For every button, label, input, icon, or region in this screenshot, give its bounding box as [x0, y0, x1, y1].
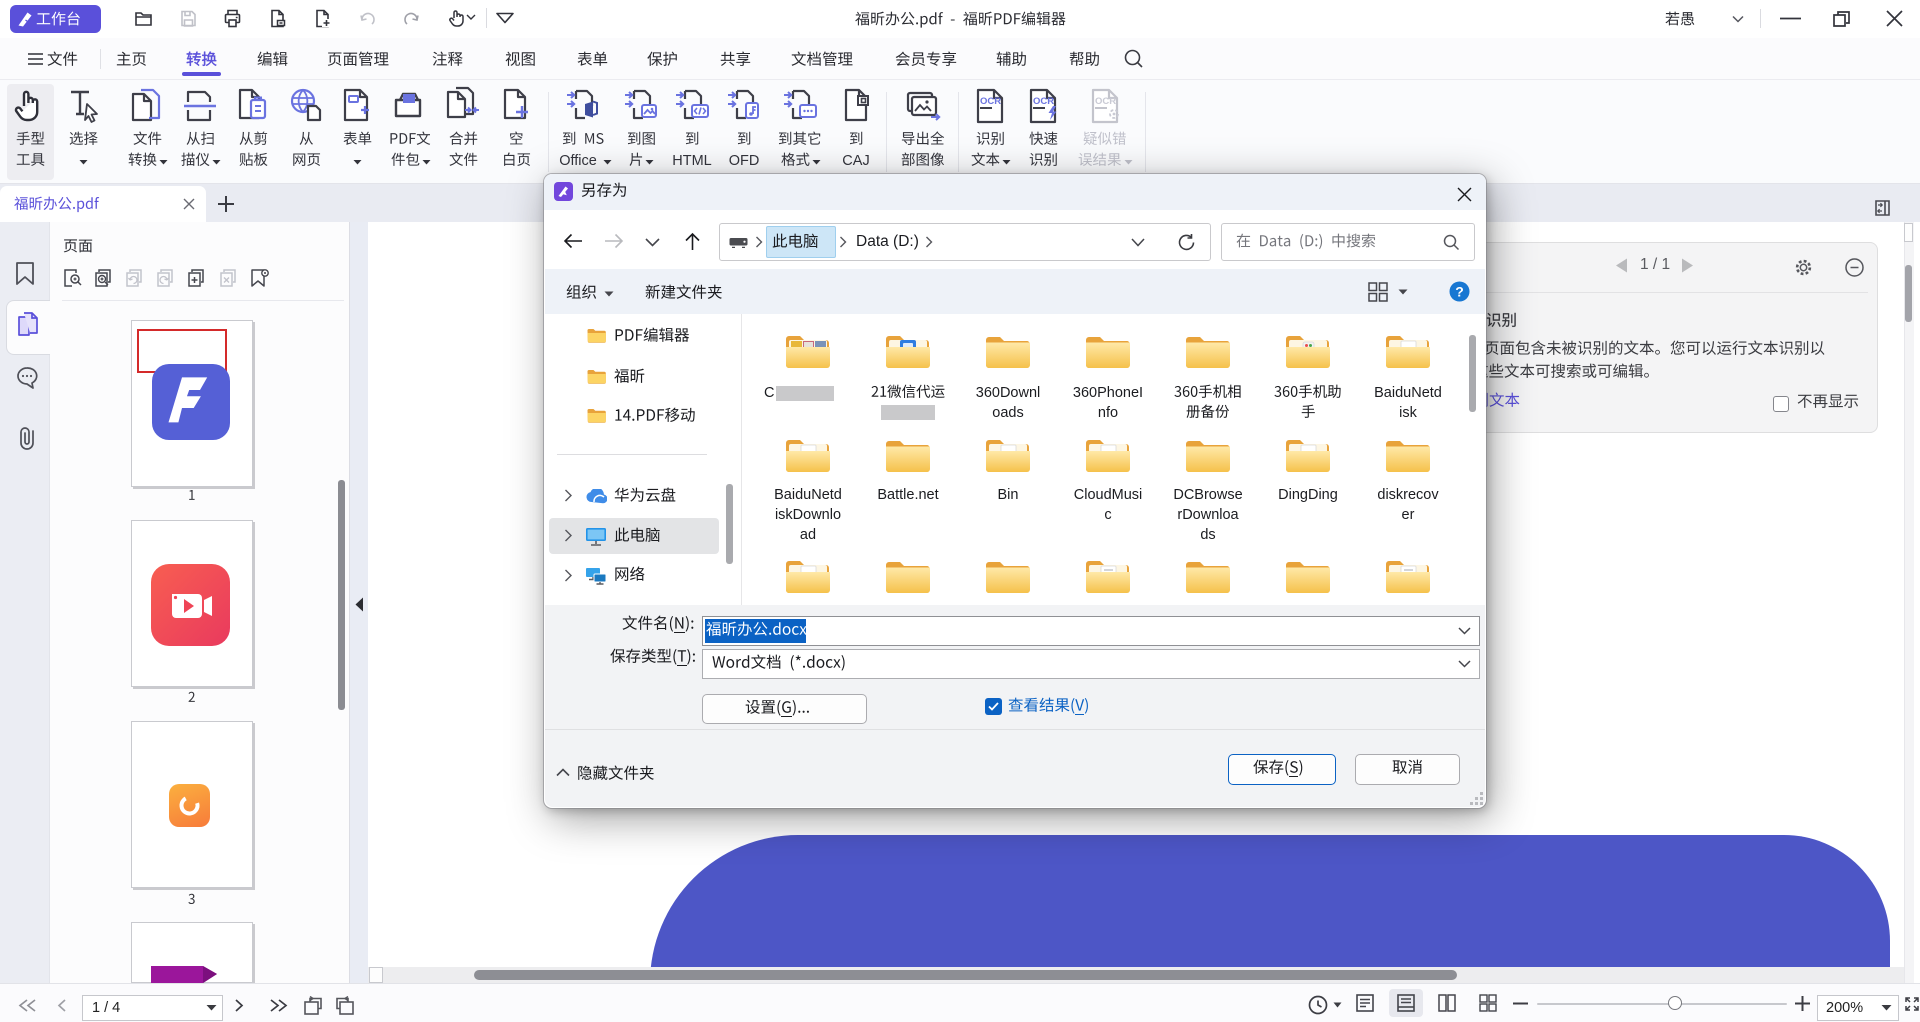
- svg-text:?: ?: [1455, 284, 1464, 300]
- svg-text:OCR: OCR: [980, 96, 1001, 107]
- svg-text:OCR: OCR: [1095, 96, 1116, 107]
- svg-text:OCR: OCR: [1033, 96, 1054, 107]
